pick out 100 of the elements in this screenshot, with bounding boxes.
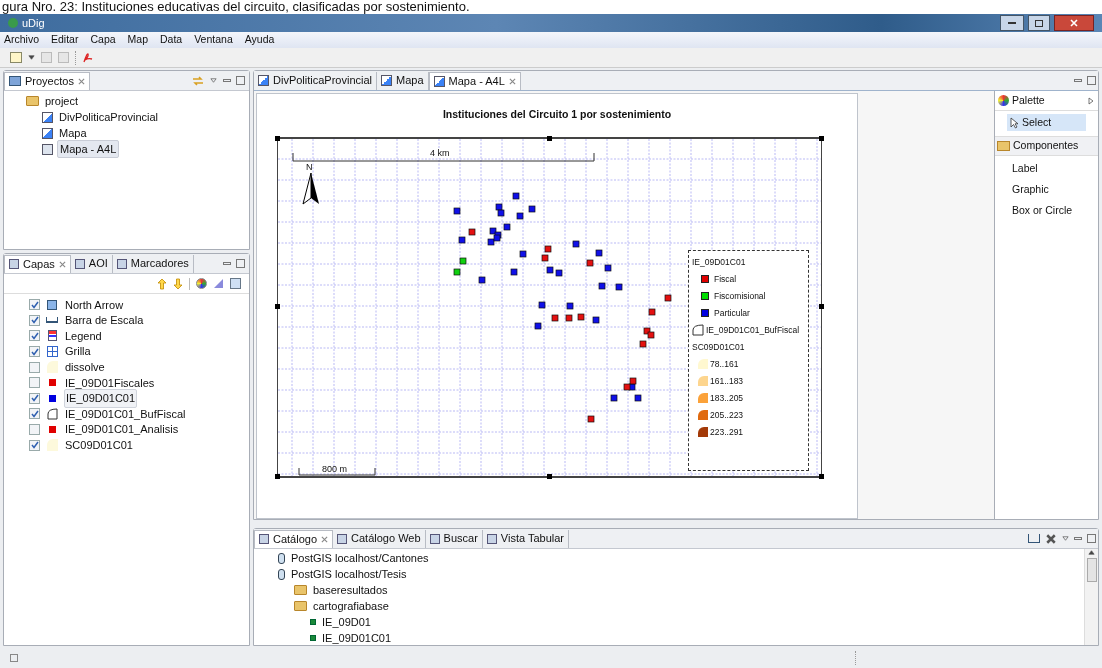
select-tool[interactable]: Select: [1007, 114, 1086, 131]
palette-item[interactable]: Label: [1012, 161, 1098, 177]
drawer-title: Componentes: [1013, 138, 1079, 154]
expand-icon[interactable]: [1087, 96, 1095, 105]
palette-item[interactable]: Graphic: [1012, 181, 1098, 198]
minimize-icon[interactable]: [1074, 79, 1082, 82]
delete-icon[interactable]: [1046, 533, 1056, 544]
layer-name[interactable]: IE_09D01Fiscales: [64, 374, 156, 391]
resize-handle[interactable]: [547, 135, 552, 141]
tree-item[interactable]: project: [43, 92, 81, 110]
minimize-button[interactable]: [1000, 15, 1024, 31]
tree-item[interactable]: IE_09D01: [320, 613, 373, 631]
tab-icon: [429, 533, 440, 544]
database-icon: [278, 552, 285, 564]
scrollbar[interactable]: [1084, 549, 1098, 645]
scale-label: 800 m: [322, 464, 347, 474]
resize-handle[interactable]: [275, 135, 280, 141]
legend-label: 78..161: [710, 357, 739, 370]
tree-item[interactable]: cartografiabase: [311, 597, 391, 615]
scale-bar-icon: [292, 151, 595, 162]
view-menu-icon[interactable]: [210, 77, 217, 84]
maximize-button[interactable]: [1028, 15, 1050, 31]
layer-name[interactable]: IE_09D01C01_Analisis: [64, 421, 180, 438]
close-icon: [1070, 19, 1078, 27]
menu-item[interactable]: Ayuda: [244, 32, 275, 48]
close-icon[interactable]: [508, 77, 516, 85]
checkbox[interactable]: [29, 299, 40, 311]
tree-item[interactable]: DivPoliticaProvincial: [57, 108, 161, 126]
view-menu-icon[interactable]: [1062, 535, 1069, 542]
legend-label: 161..183: [710, 374, 744, 387]
maximize-icon[interactable]: [236, 259, 245, 268]
resize-handle[interactable]: [275, 473, 280, 479]
layer-name[interactable]: IE_09D01C01: [64, 389, 138, 408]
close-icon[interactable]: [321, 535, 329, 543]
checkbox[interactable]: [29, 408, 40, 420]
maximize-icon[interactable]: [1087, 534, 1096, 543]
resize-handle[interactable]: [819, 473, 824, 479]
legend-label: 205..223: [710, 408, 744, 421]
checkbox[interactable]: [29, 439, 40, 451]
tree-item[interactable]: PostGIS localhost/Cantones: [289, 549, 431, 567]
layer-name[interactable]: SC09D01C01: [64, 436, 134, 454]
north-label: N: [306, 162, 313, 172]
layer-name[interactable]: Barra de Escala: [64, 312, 145, 329]
link-icon[interactable]: [192, 74, 204, 87]
tree-item[interactable]: Mapa - A4L: [57, 139, 120, 159]
minimize-icon[interactable]: [223, 79, 231, 82]
panel-tab[interactable]: Mapa - A4L: [428, 71, 521, 90]
style-palette-icon[interactable]: [196, 278, 207, 289]
new-project-icon[interactable]: [10, 52, 22, 63]
checkbox[interactable]: [29, 377, 40, 389]
close-icon[interactable]: [58, 260, 66, 268]
down-arrow-icon[interactable]: [173, 277, 183, 290]
resize-handle[interactable]: [275, 303, 280, 309]
layer-name[interactable]: Legend: [64, 327, 103, 345]
checkbox[interactable]: [29, 346, 40, 358]
resize-handle[interactable]: [819, 135, 824, 141]
resize-handle[interactable]: [547, 473, 552, 479]
scale-bar-icon: [46, 317, 58, 324]
scale-bar-icon: [298, 466, 376, 476]
maximize-icon[interactable]: [236, 76, 245, 85]
menu-item[interactable]: Capa: [90, 32, 116, 48]
app-logo-icon: [8, 18, 18, 28]
tree-item[interactable]: baseresultados: [311, 581, 390, 599]
caret-icon[interactable]: [28, 54, 35, 61]
palette-item[interactable]: Box or Circle: [1012, 202, 1098, 219]
menu-item[interactable]: Archivo: [4, 32, 39, 48]
legend-label: IE_09D01C01_BufFiscal: [706, 323, 800, 336]
tree-item[interactable]: PostGIS localhost/Tesis: [289, 565, 409, 583]
menu-item[interactable]: Ventana: [194, 32, 233, 48]
checkbox[interactable]: [29, 330, 40, 342]
close-button[interactable]: [1054, 15, 1094, 31]
panel-tab[interactable]: Proyectos: [4, 71, 90, 90]
tree-item[interactable]: IE_09D01C01: [320, 629, 394, 645]
checkbox[interactable]: [29, 361, 40, 373]
pdf-icon[interactable]: [82, 52, 93, 63]
layer-name[interactable]: North Arrow: [64, 296, 125, 314]
minimize-icon[interactable]: [223, 262, 231, 265]
triangle-icon[interactable]: [213, 278, 224, 289]
menu-item[interactable]: Editar: [51, 32, 79, 48]
zoom-layer-icon[interactable]: [230, 278, 241, 289]
tree-item[interactable]: Mapa: [57, 124, 89, 142]
minimize-icon[interactable]: [1074, 537, 1082, 540]
maximize-icon[interactable]: [1087, 76, 1096, 85]
scale-label: 4 km: [430, 148, 450, 158]
layer-name[interactable]: Grilla: [64, 343, 92, 360]
legend-title: IE_09D01C01: [692, 255, 747, 268]
checkbox[interactable]: [29, 392, 40, 404]
up-arrow-icon[interactable]: [157, 277, 167, 290]
layer-name[interactable]: IE_09D01C01_BufFiscal: [64, 405, 187, 423]
panel-tab[interactable]: Catálogo: [254, 529, 334, 548]
scrollbar-thumb[interactable]: [1086, 558, 1097, 582]
panel-tab[interactable]: Capas: [4, 254, 71, 273]
close-icon[interactable]: [77, 77, 85, 85]
menu-item[interactable]: Map: [127, 32, 148, 48]
checkbox[interactable]: [29, 314, 40, 326]
checkbox[interactable]: [29, 424, 40, 436]
resize-handle[interactable]: [819, 303, 824, 309]
layer-name[interactable]: dissolve: [64, 358, 106, 376]
menu-item[interactable]: Data: [160, 32, 183, 48]
legend-title: SC09D01C01: [692, 340, 746, 353]
